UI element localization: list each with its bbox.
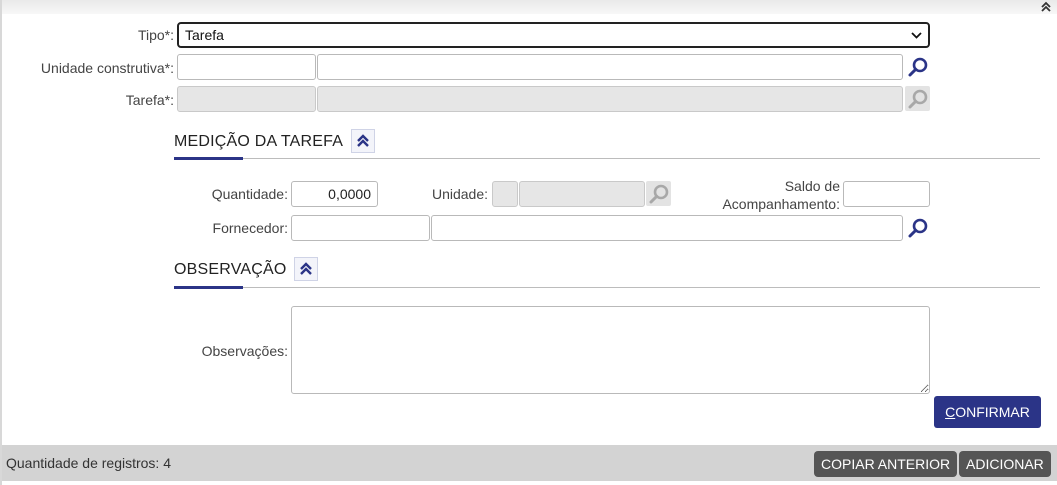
- medicao-accent: [174, 157, 243, 160]
- unidade-code-input: [492, 181, 518, 207]
- tipo-selected-value: Tarefa: [185, 27, 224, 43]
- medicao-collapse-icon[interactable]: [351, 129, 375, 153]
- confirmar-accesskey: C: [945, 404, 956, 420]
- unidade-construtiva-description-input[interactable]: [317, 54, 903, 80]
- panel-top-bar: [2, 0, 1057, 14]
- record-count-label: Quantidade de registros:: [6, 455, 160, 471]
- fornecedor-label: Fornecedor:: [212, 220, 288, 236]
- fornecedor-name-input[interactable]: [431, 215, 903, 241]
- medicao-section-title: MEDIÇÃO DA TAREFA: [174, 133, 344, 150]
- record-count-value: 4: [163, 455, 172, 471]
- observacao-collapse-icon[interactable]: [294, 257, 318, 281]
- chevron-down-icon: [911, 24, 922, 53]
- unidade-search-icon: [646, 181, 671, 206]
- quantidade-input[interactable]: [291, 181, 378, 207]
- record-count: Quantidade de registros: 4: [6, 455, 171, 471]
- tipo-label: Tipo*:: [137, 27, 174, 43]
- unidade-construtiva-search-icon[interactable]: [905, 54, 930, 79]
- saldo-acompanhamento-input[interactable]: [843, 181, 930, 207]
- observacao-section-title: OBSERVAÇÃO: [174, 261, 287, 278]
- footer-bar: Quantidade de registros: 4 COPIAR ANTERI…: [2, 445, 1057, 481]
- copiar-anterior-button[interactable]: COPIAR ANTERIOR: [814, 451, 958, 477]
- saldo-label-line1: Saldo de: [784, 178, 840, 194]
- observacao-divider: [174, 287, 1040, 288]
- tipo-select[interactable]: Tarefa: [177, 22, 930, 48]
- unidade-construtiva-code-input[interactable]: [177, 54, 316, 80]
- observacao-accent: [174, 286, 243, 289]
- quantidade-label: Quantidade:: [211, 186, 288, 202]
- fornecedor-search-icon[interactable]: [905, 215, 930, 240]
- fornecedor-code-input[interactable]: [291, 215, 430, 241]
- medicao-divider: [174, 158, 1040, 159]
- tarefa-label: Tarefa*:: [125, 92, 174, 108]
- saldo-acompanhamento-label: Saldo de Acompanhamento:: [700, 177, 840, 213]
- collapse-panel-icon[interactable]: [1039, 1, 1053, 15]
- tarefa-code-input: [177, 86, 316, 112]
- observacoes-textarea[interactable]: [291, 306, 930, 394]
- saldo-label-line2: Acompanhamento:: [722, 196, 840, 212]
- unidade-construtiva-label: Unidade construtiva*:: [40, 60, 174, 76]
- adicionar-button[interactable]: ADICIONAR: [959, 451, 1051, 477]
- tarefa-search-icon: [905, 86, 930, 111]
- unidade-description-input: [519, 181, 645, 207]
- observacoes-label: Observações:: [201, 343, 288, 359]
- unidade-label: Unidade:: [431, 186, 488, 202]
- tarefa-description-input: [317, 86, 903, 112]
- confirmar-label-rest: ONFIRMAR: [955, 404, 1030, 420]
- confirmar-button[interactable]: CONFIRMAR: [934, 396, 1041, 428]
